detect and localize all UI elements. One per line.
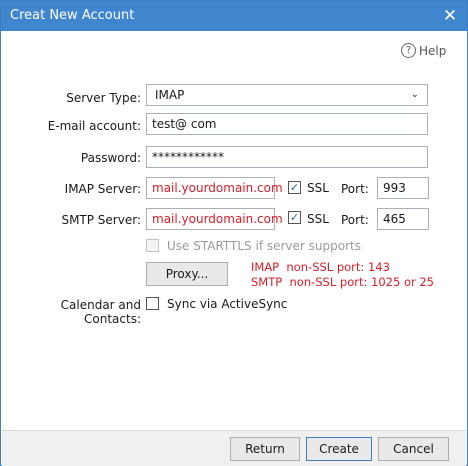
imap-server-field[interactable]: mail.yourdomain.com bbox=[146, 177, 283, 199]
starttls-checkbox[interactable] bbox=[146, 239, 159, 252]
starttls-label: Use STARTTLS if server supports bbox=[167, 239, 361, 253]
email-label: E-mail account: bbox=[47, 119, 141, 133]
return-button[interactable]: Return bbox=[230, 437, 300, 461]
help-link[interactable]: ? Help bbox=[401, 43, 446, 58]
email-field[interactable]: test@ com bbox=[146, 113, 428, 135]
help-label: Help bbox=[419, 43, 447, 58]
activesync-checkbox[interactable] bbox=[146, 297, 159, 310]
checkmark-icon: ✓ bbox=[289, 211, 300, 224]
server-type-select[interactable]: IMAP ⌄ bbox=[146, 84, 428, 106]
proxy-button[interactable]: Proxy... bbox=[146, 262, 228, 286]
create-button[interactable]: Create bbox=[306, 437, 372, 461]
title-bar: Creat New Account ✕ bbox=[1, 1, 467, 31]
activesync-label: Sync via ActiveSync bbox=[167, 297, 288, 311]
help-icon: ? bbox=[401, 43, 416, 58]
smtp-ssl-label: SSL bbox=[307, 212, 329, 226]
imap-ssl-checkbox[interactable]: ✓ bbox=[288, 181, 301, 194]
smtp-server-label: SMTP Server: bbox=[61, 213, 141, 227]
chevron-down-icon: ⌄ bbox=[410, 89, 419, 100]
imap-port-field[interactable]: 993 bbox=[377, 177, 429, 199]
smtp-port-note: SMTP non-SSL port: 1025 or 25 bbox=[251, 275, 434, 289]
imap-port-note: IMAP non-SSL port: 143 bbox=[251, 260, 390, 274]
server-type-value: IMAP bbox=[155, 88, 185, 102]
imap-ssl-label: SSL bbox=[307, 181, 329, 195]
window-title: Creat New Account bbox=[10, 8, 135, 23]
server-type-label: Server Type: bbox=[66, 91, 141, 105]
calendar-contacts-label: Calendar and Contacts: bbox=[60, 298, 141, 326]
imap-server-label: IMAP Server: bbox=[64, 182, 141, 196]
smtp-port-field[interactable]: 465 bbox=[377, 208, 429, 230]
checkmark-icon: ✓ bbox=[289, 181, 300, 194]
password-field[interactable]: ************ bbox=[146, 146, 428, 168]
smtp-ssl-checkbox[interactable]: ✓ bbox=[288, 211, 301, 224]
smtp-server-field[interactable]: mail.yourdomain.com bbox=[146, 208, 283, 230]
create-account-dialog: Creat New Account ✕ ? Help Server Type: … bbox=[0, 0, 468, 466]
cancel-button[interactable]: Cancel bbox=[378, 437, 449, 461]
smtp-port-label: Port: bbox=[341, 213, 369, 227]
close-icon[interactable]: ✕ bbox=[439, 5, 461, 27]
password-label: Password: bbox=[80, 151, 141, 165]
imap-port-label: Port: bbox=[341, 182, 369, 196]
